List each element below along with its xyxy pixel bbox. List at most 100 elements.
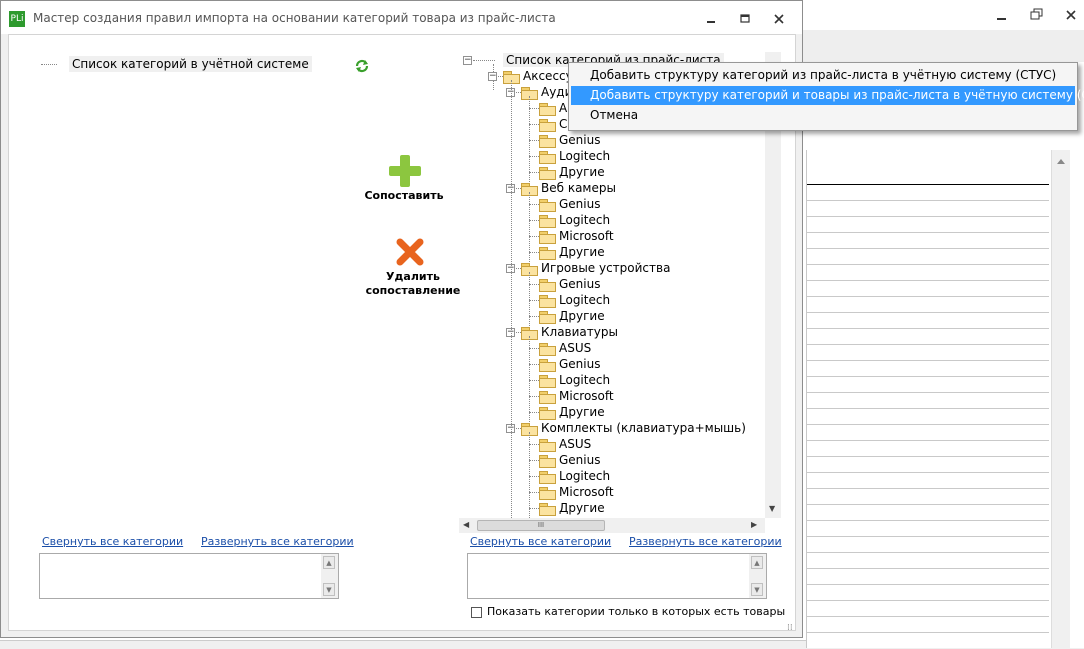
tree-connector xyxy=(529,316,539,317)
right-expand-all-link[interactable]: Развернуть все категории xyxy=(629,535,782,548)
resize-grip-icon[interactable]: ⁞⁞ xyxy=(787,623,793,633)
textbox-scrollbar[interactable]: ▲ ▼ xyxy=(321,554,338,598)
left-collapse-all-link[interactable]: Свернуть все категории xyxy=(42,535,183,548)
tree-connector xyxy=(529,284,539,285)
folder-icon xyxy=(539,166,556,180)
tree-node-leaf-label: Logitech xyxy=(559,469,611,483)
tree-node-leaf[interactable]: Microsoft xyxy=(539,388,614,404)
folder-icon xyxy=(539,134,556,148)
tree-node-leaf-label: Logitech xyxy=(559,149,611,163)
folder-icon xyxy=(539,150,556,164)
tree-connector xyxy=(529,236,539,237)
unmatch-button-label[interactable]: Удалить сопоставление xyxy=(349,270,477,298)
tree-node-leaf[interactable]: Microsoft xyxy=(539,228,614,244)
expand-collapse-icon[interactable]: − xyxy=(488,72,497,81)
folder-icon xyxy=(539,118,556,132)
folder-icon xyxy=(539,486,556,500)
folder-icon xyxy=(539,214,556,228)
tree-node-leaf[interactable]: Другие xyxy=(539,244,605,260)
tree-node-group-label: Клавиатуры xyxy=(541,325,618,339)
match-button-label[interactable]: Сопоставить xyxy=(349,189,459,202)
textbox-scrollbar[interactable]: ▲ ▼ xyxy=(749,554,766,598)
tree-node-leaf[interactable]: Другие xyxy=(539,164,605,180)
folder-icon xyxy=(539,246,556,260)
scroll-up-icon[interactable]: ▲ xyxy=(751,556,763,569)
close-button[interactable] xyxy=(767,9,791,27)
scroll-thumb[interactable]: III xyxy=(477,520,605,531)
add-mapping-icon[interactable] xyxy=(389,155,421,187)
tree-node-leaf[interactable]: Microsoft xyxy=(539,484,614,500)
left-info-textbox[interactable]: ▲ ▼ xyxy=(39,553,339,599)
dialog-title: Мастер создания правил импорта на основа… xyxy=(33,11,556,25)
context-menu-item[interactable]: Добавить структуру категорий и товары из… xyxy=(571,86,1084,105)
tree-node-leaf[interactable]: ASUS xyxy=(539,340,591,356)
folder-icon xyxy=(539,198,556,212)
tree-connector xyxy=(529,204,539,205)
tree-node-leaf[interactable]: Другие xyxy=(539,500,605,516)
tree-connector xyxy=(529,96,530,188)
background-close-icon[interactable] xyxy=(1064,8,1078,22)
tree-node-group[interactable]: Комплекты (клавиатура+мышь) xyxy=(521,420,746,436)
background-restore-icon[interactable] xyxy=(1030,8,1044,22)
tree-node-leaf[interactable]: Genius xyxy=(539,196,600,212)
right-collapse-all-link[interactable]: Свернуть все категории xyxy=(470,535,611,548)
tree-node-group[interactable]: Игровые устройства xyxy=(521,260,670,276)
scroll-down-icon[interactable]: ▼ xyxy=(323,583,335,596)
tree-node-leaf[interactable]: ASUS xyxy=(539,436,591,452)
tree-connector xyxy=(529,348,539,349)
tree-node-leaf-label: Logitech xyxy=(559,213,611,227)
tree-node-group-label: Комплекты (клавиатура+мышь) xyxy=(541,421,746,435)
tree-connector xyxy=(529,108,539,109)
refresh-icon[interactable] xyxy=(354,58,370,74)
scroll-right-icon[interactable]: ▶ xyxy=(751,520,757,529)
only-with-products-label: Показать категории только в которых есть… xyxy=(487,605,786,618)
tree-node-leaf-label: Microsoft xyxy=(559,389,614,403)
tree-node-leaf[interactable]: Logitech xyxy=(539,148,610,164)
tree-node-leaf[interactable]: Genius xyxy=(539,276,600,292)
folder-icon xyxy=(539,294,556,308)
tree-node-leaf[interactable]: Logitech xyxy=(539,212,610,228)
scroll-down-icon[interactable]: ▼ xyxy=(751,583,763,596)
tree-node-leaf-label: Другие xyxy=(559,165,605,179)
background-grid-rows xyxy=(807,185,1049,648)
right-info-textbox[interactable]: ▲ ▼ xyxy=(467,553,767,599)
context-menu-item[interactable]: Отмена xyxy=(571,106,1075,125)
tree-connector xyxy=(529,156,539,157)
tree-node-group[interactable]: Клавиатуры xyxy=(521,324,618,340)
background-minimize-icon[interactable] xyxy=(995,8,1009,22)
left-expand-all-link[interactable]: Развернуть все категории xyxy=(201,535,354,548)
minimize-button[interactable] xyxy=(699,9,723,27)
tree-connector xyxy=(529,508,539,509)
scroll-up-icon[interactable]: ▲ xyxy=(323,556,335,569)
tree-node-leaf-label: Другие xyxy=(559,309,605,323)
tree-connector xyxy=(529,272,530,332)
tree-node-leaf[interactable]: Genius xyxy=(539,132,600,148)
tree-node-leaf[interactable]: Genius xyxy=(539,356,600,372)
tree-connector xyxy=(529,172,539,173)
scroll-down-icon[interactable]: ▼ xyxy=(769,504,775,513)
tree-node-leaf[interactable]: Logitech xyxy=(539,372,610,388)
tree-connector xyxy=(529,192,530,268)
background-grid-scrollbar[interactable] xyxy=(1051,150,1070,648)
tree-node-leaf[interactable]: Logitech xyxy=(539,468,610,484)
tree-node-leaf[interactable]: Другие xyxy=(539,404,605,420)
tree-connector xyxy=(529,220,539,221)
tree-horizontal-scrollbar[interactable]: ◀ III ▶ xyxy=(459,518,765,533)
scroll-left-icon[interactable]: ◀ xyxy=(463,520,469,529)
tree-node-leaf[interactable]: Genius xyxy=(539,452,600,468)
tree-connector xyxy=(529,492,539,493)
folder-icon xyxy=(539,390,556,404)
tree-connector xyxy=(529,460,539,461)
tree-node-leaf-label: ASUS xyxy=(559,341,592,355)
context-menu-item[interactable]: Добавить структуру категорий из прайс-ли… xyxy=(571,66,1075,85)
system-categories-header[interactable]: Список категорий в учётной системе xyxy=(69,56,312,72)
only-with-products-checkbox[interactable] xyxy=(471,607,482,618)
delete-mapping-icon[interactable] xyxy=(395,237,425,267)
tree-node-group[interactable]: Веб камеры xyxy=(521,180,616,196)
expand-collapse-icon[interactable]: − xyxy=(463,56,472,65)
tree-node-leaf[interactable]: Logitech xyxy=(539,292,610,308)
tree-node-leaf[interactable]: Другие xyxy=(539,308,605,324)
tree-connector xyxy=(529,432,530,518)
tree-connector xyxy=(529,300,539,301)
maximize-button[interactable] xyxy=(733,9,757,27)
